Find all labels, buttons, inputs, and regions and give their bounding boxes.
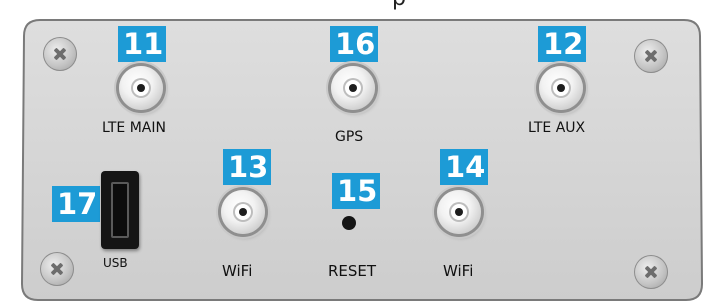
port-badge-wifi-right: 14 bbox=[440, 149, 488, 185]
port-badge-lte-aux: 12 bbox=[538, 26, 586, 62]
gps-connector bbox=[331, 66, 375, 110]
port-label-gps: GPS bbox=[335, 129, 364, 145]
screw-icon bbox=[634, 39, 668, 73]
screw-icon bbox=[634, 255, 668, 289]
lte-aux-connector bbox=[539, 66, 583, 110]
port-label-reset: RESET bbox=[328, 262, 377, 280]
router-rear-panel-diagram: p 11 LTE MAIN 16 GPS 12 LTE AUX 13 WiFi … bbox=[0, 0, 723, 307]
screw-icon bbox=[40, 252, 74, 286]
port-badge-usb: 17 bbox=[52, 186, 100, 222]
port-label-lte-main: LTE MAIN bbox=[102, 120, 166, 136]
port-badge-lte-main: 11 bbox=[118, 26, 166, 62]
port-badge-gps: 16 bbox=[330, 26, 378, 62]
reset-button-hole bbox=[342, 216, 356, 230]
usb-port bbox=[101, 171, 139, 249]
wifi-left-connector bbox=[221, 190, 265, 234]
port-label-wifi-left: WiFi bbox=[222, 262, 253, 280]
port-label-usb: USB bbox=[103, 256, 128, 270]
wifi-right-connector bbox=[437, 190, 481, 234]
port-label-lte-aux: LTE AUX bbox=[528, 120, 586, 136]
lte-main-connector bbox=[119, 66, 163, 110]
screw-icon bbox=[43, 37, 77, 71]
port-badge-reset: 15 bbox=[332, 173, 380, 209]
port-badge-wifi-left: 13 bbox=[223, 149, 271, 185]
title-fragment: p bbox=[392, 0, 406, 11]
port-label-wifi-right: WiFi bbox=[443, 262, 474, 280]
